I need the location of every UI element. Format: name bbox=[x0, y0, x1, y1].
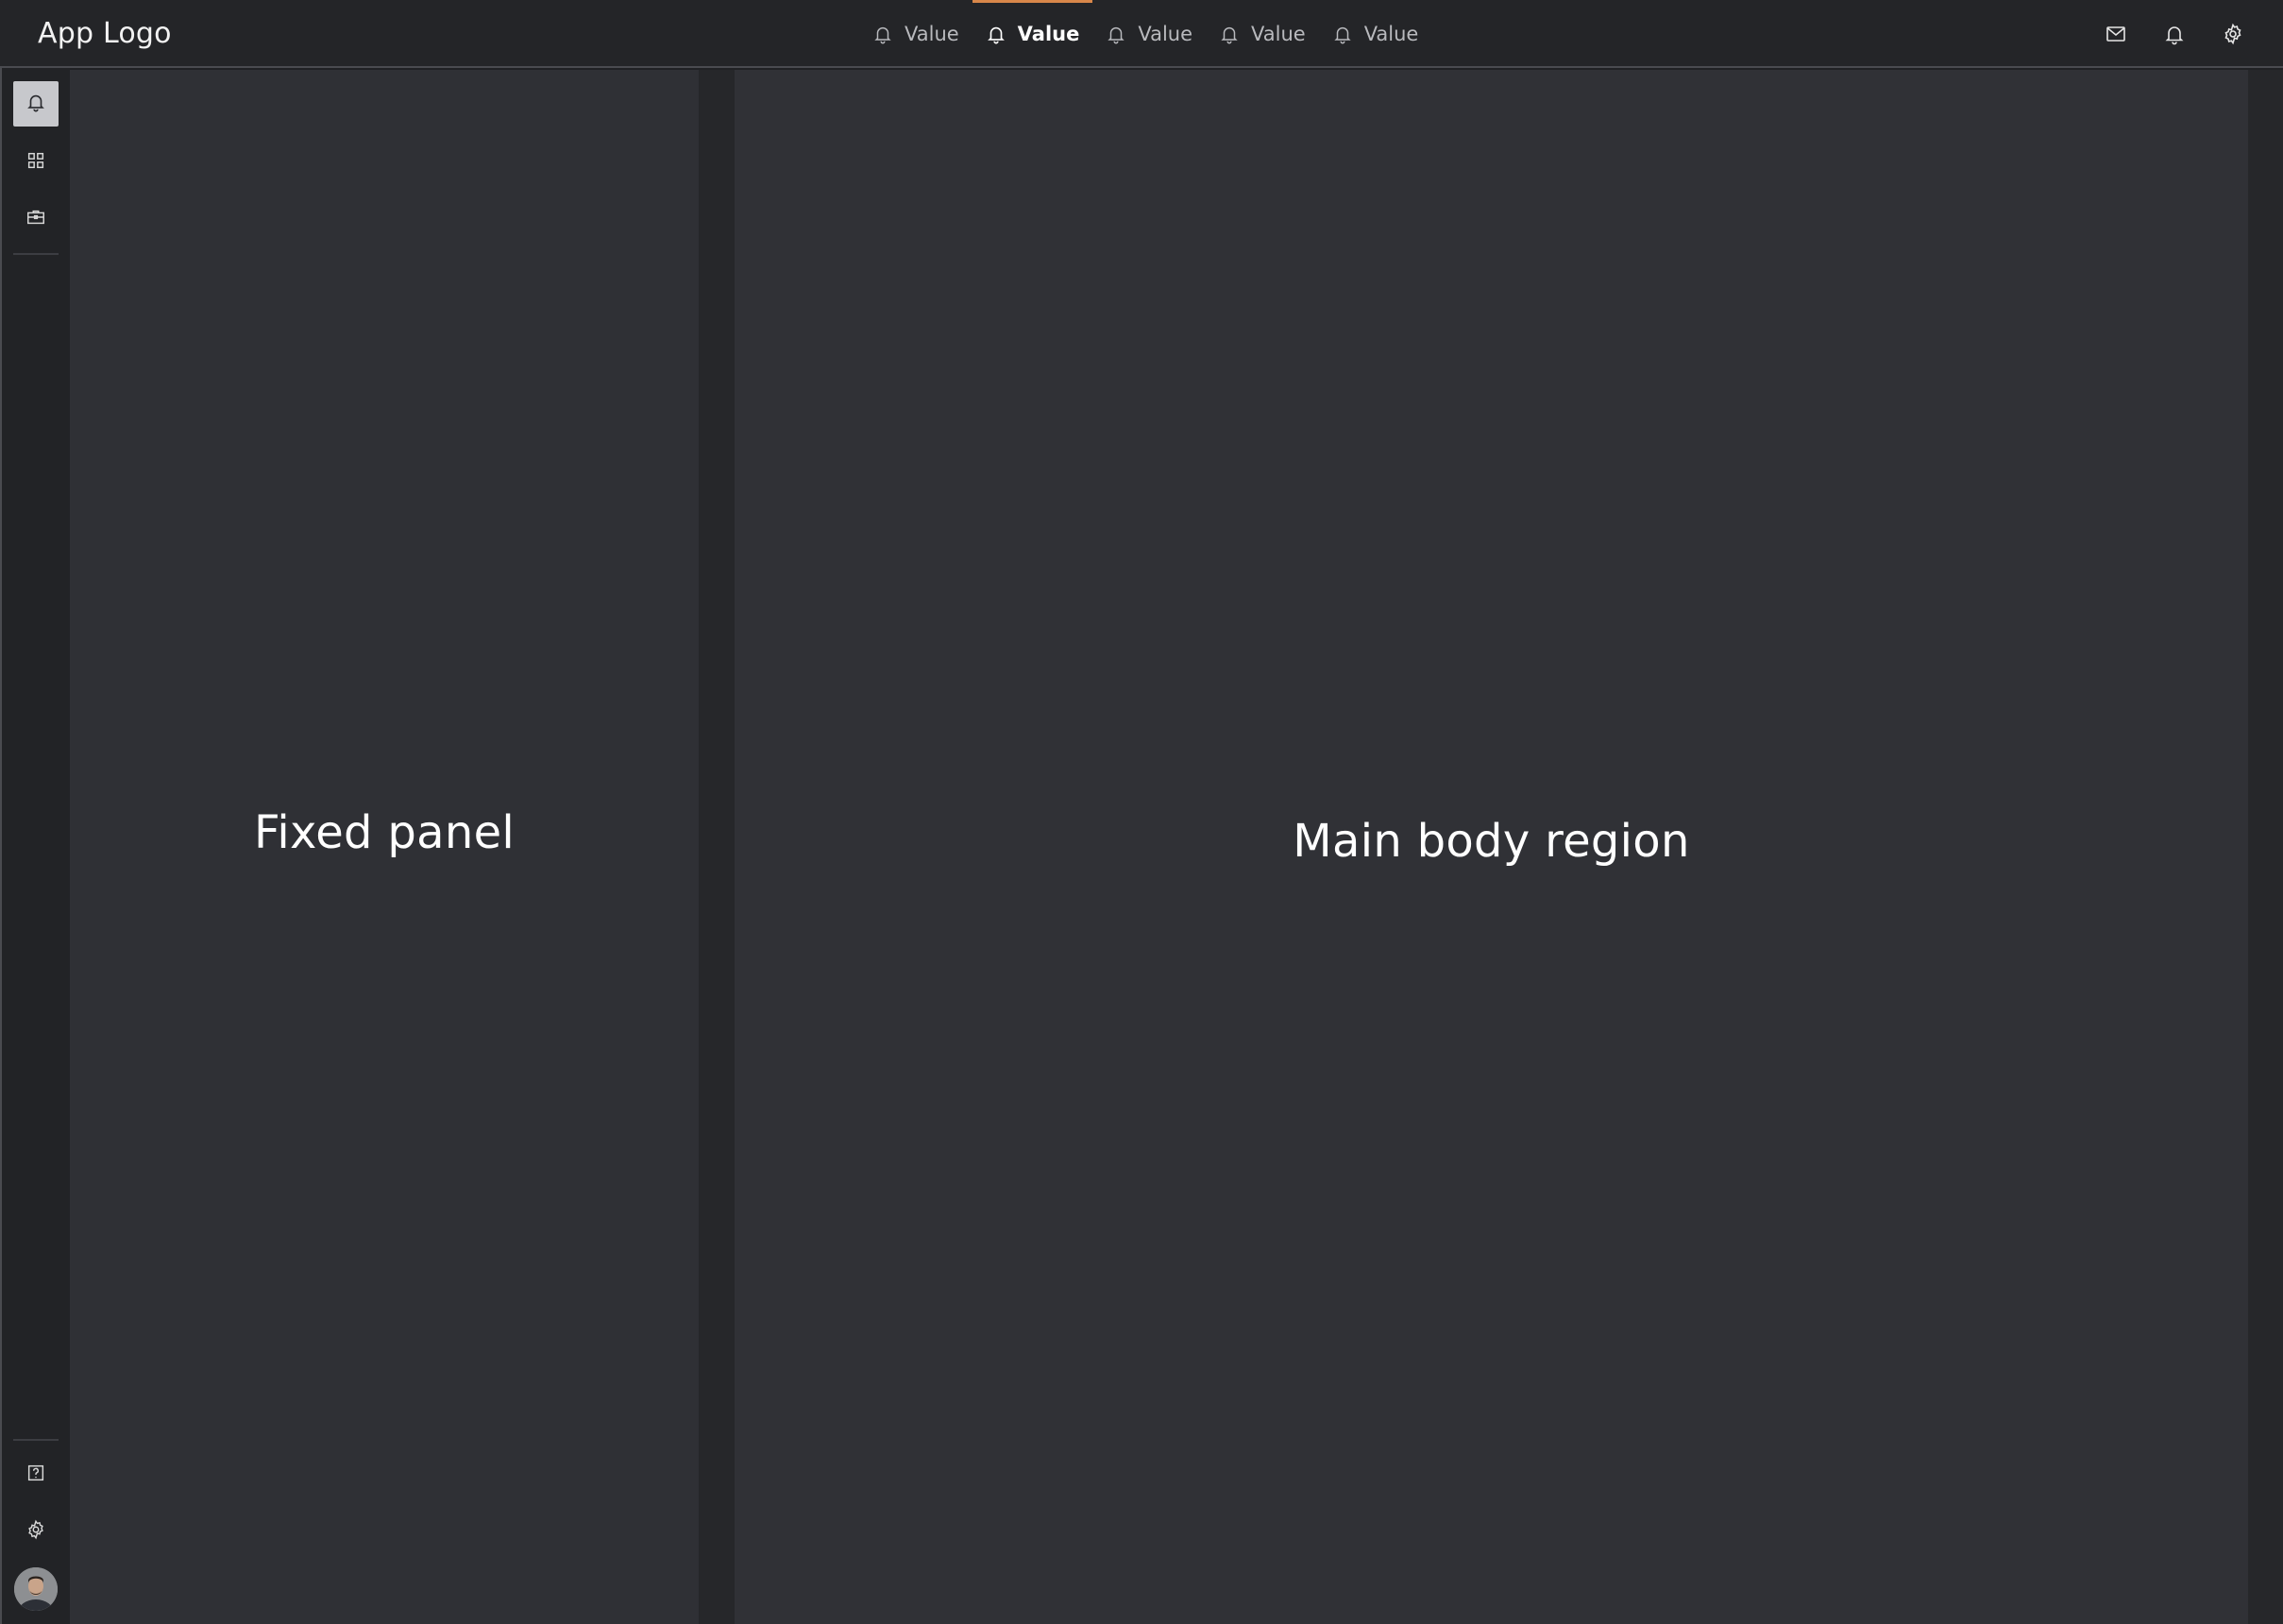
avatar[interactable] bbox=[14, 1567, 58, 1611]
mail-icon[interactable] bbox=[2104, 22, 2128, 46]
app-logo[interactable]: App Logo bbox=[38, 15, 172, 53]
main-body-label: Main body region bbox=[1293, 815, 1690, 868]
gear-icon[interactable] bbox=[2221, 22, 2245, 46]
panel-gutter bbox=[699, 70, 735, 1624]
bell-icon bbox=[25, 92, 46, 116]
app-root: App Logo Value Value Value Value Value F… bbox=[0, 0, 2283, 1624]
tab-label: Value bbox=[1017, 23, 1080, 45]
rail-briefcase-button[interactable] bbox=[13, 196, 59, 242]
grid-icon bbox=[25, 150, 46, 175]
rail-divider-bottom bbox=[13, 1439, 59, 1441]
bell-icon bbox=[872, 24, 893, 44]
tab-label: Value bbox=[905, 23, 959, 45]
tab-5[interactable]: Value bbox=[1319, 0, 1432, 68]
briefcase-icon bbox=[25, 207, 46, 231]
tab-4[interactable]: Value bbox=[1206, 0, 1319, 68]
rail-dashboard-button[interactable] bbox=[13, 140, 59, 185]
bell-icon bbox=[1106, 24, 1126, 44]
fixed-panel: Fixed panel bbox=[70, 70, 699, 1624]
top-header: App Logo Value Value Value Value Value bbox=[0, 0, 2283, 68]
bell-icon bbox=[1332, 24, 1353, 44]
main-body-region: Main body region bbox=[735, 70, 2248, 1624]
right-edge-strip bbox=[2248, 70, 2283, 1624]
rail-divider-top bbox=[13, 253, 59, 255]
header-tabs: Value Value Value Value Value bbox=[859, 0, 1431, 68]
tab-label: Value bbox=[1251, 23, 1306, 45]
header-actions bbox=[2104, 0, 2245, 68]
rail-notifications-button[interactable] bbox=[13, 81, 59, 127]
tab-label: Value bbox=[1138, 23, 1193, 45]
tab-label: Value bbox=[1363, 23, 1419, 45]
gear-icon bbox=[25, 1519, 46, 1544]
bell-icon bbox=[1219, 24, 1240, 44]
rail-settings-button[interactable] bbox=[13, 1509, 59, 1554]
tab-3[interactable]: Value bbox=[1092, 0, 1206, 68]
help-icon bbox=[25, 1463, 46, 1487]
bell-icon bbox=[986, 24, 1006, 44]
left-rail bbox=[0, 68, 70, 1624]
tab-1[interactable]: Value bbox=[859, 0, 972, 68]
bell-icon[interactable] bbox=[2162, 22, 2187, 46]
rail-help-button[interactable] bbox=[13, 1452, 59, 1497]
fixed-panel-label: Fixed panel bbox=[253, 806, 516, 859]
tab-2[interactable]: Value bbox=[972, 0, 1093, 68]
